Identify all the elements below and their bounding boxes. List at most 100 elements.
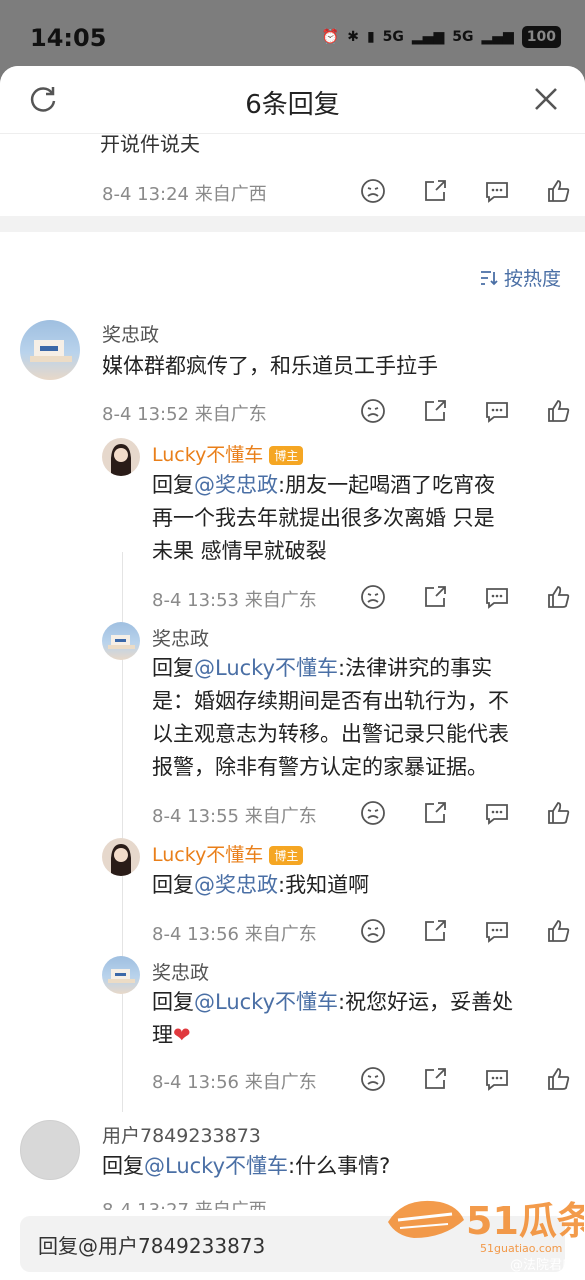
reply-line-2: 是：婚姻存续期间是否有出轨行为，不 [152, 689, 509, 713]
image-credit: @法院君店 [509, 1258, 575, 1273]
previous-comment-actions [360, 178, 572, 204]
watermark-logo: 51瓜条 51guatiao.com [384, 1184, 585, 1264]
comment-meta: 8-4 13:27 来自广西 [102, 1196, 267, 1210]
reply-meta: 8-4 13:55 来自广东 [152, 806, 317, 827]
avatar[interactable] [102, 956, 140, 994]
reply-author[interactable]: Lucky不懂车 博主 [152, 840, 304, 867]
reply-line: 回复@Lucky不懂车:法律讲究的事实 [152, 652, 509, 685]
mention-link[interactable]: @Lucky不懂车 [194, 656, 338, 680]
dislike-icon[interactable] [360, 178, 386, 204]
reply-author[interactable]: Lucky不懂车 博主 [152, 440, 304, 467]
dislike-icon[interactable] [360, 398, 386, 424]
comment-author[interactable]: 用户7849233873 [102, 1121, 261, 1148]
status-bar: 14:05 ⏰ ✱ ▮ 5G ▂▄▆ 5G ▂▄▆ 100 [0, 0, 585, 70]
reply-line-3: 以主观意志为转移。出警记录只能代表 [152, 722, 509, 746]
avatar[interactable] [20, 1120, 80, 1180]
network-label-1: 5G [382, 29, 404, 45]
reply-author[interactable]: 奖忠政 [152, 624, 209, 651]
reply-line: 理❤ [152, 1019, 513, 1052]
comment-icon[interactable] [484, 584, 510, 610]
reply-actions [360, 800, 572, 826]
sort-toggle[interactable]: 按热度 [480, 264, 561, 291]
reply-text: 回复@奖忠政:朋友一起喝酒了吃宵夜 再一个我去年就提出很多次离婚 只是 未果 感… [152, 469, 495, 568]
reply-prefix: 回复 [152, 473, 194, 497]
reply-author[interactable]: 奖忠政 [152, 958, 209, 985]
avatar[interactable] [20, 320, 80, 380]
comment-icon[interactable] [484, 398, 510, 424]
blogger-badge: 博主 [269, 846, 304, 865]
reply-actions [360, 918, 572, 944]
reply-text: 回复@奖忠政:我知道啊 [152, 869, 369, 902]
signal-icon-2: ▂▄▆ [481, 29, 514, 45]
page-title: 6条回复 [245, 90, 340, 120]
previous-comment-meta: 8-4 13:24 来自广西 [102, 184, 267, 205]
avatar[interactable] [102, 622, 140, 660]
reply-line-2: 理 [152, 1023, 173, 1047]
svg-text:51瓜条: 51瓜条 [466, 1199, 584, 1243]
comment-body: :什么事情? [288, 1154, 391, 1178]
avatar-image [111, 444, 131, 476]
reply-actions [360, 584, 572, 610]
reply-line: 回复@奖忠政:我知道啊 [152, 869, 369, 902]
sort-icon [480, 270, 498, 285]
share-icon[interactable] [422, 584, 448, 610]
dislike-icon[interactable] [360, 800, 386, 826]
network-label-2: 5G [452, 29, 474, 45]
mention-link[interactable]: @奖忠政 [194, 473, 278, 497]
like-icon[interactable] [546, 800, 572, 826]
reply-line: 回复@Lucky不懂车:祝您好运，妥善处 [152, 986, 513, 1019]
blogger-badge: 博主 [269, 446, 304, 465]
avatar[interactable] [102, 438, 140, 476]
signal-icon: ▂▄▆ [411, 29, 445, 45]
mention-link[interactable]: @Lucky不懂车 [194, 990, 338, 1014]
status-icons: ⏰ ✱ ▮ 5G ▂▄▆ 5G ▂▄▆ 100 [322, 26, 561, 48]
mention-link[interactable]: @奖忠政 [194, 873, 278, 897]
reply-prefix: 回复 [102, 1154, 144, 1178]
share-icon[interactable] [422, 398, 448, 424]
like-icon[interactable] [546, 398, 572, 424]
dislike-icon[interactable] [360, 918, 386, 944]
avatar[interactable] [102, 838, 140, 876]
comment-icon[interactable] [484, 800, 510, 826]
comment-meta: 8-4 13:52 来自广东 [102, 404, 267, 425]
watermark-graphic: 51瓜条 51guatiao.com [388, 1199, 585, 1255]
like-icon[interactable] [546, 918, 572, 944]
share-icon[interactable] [422, 918, 448, 944]
reply-text: 回复@Lucky不懂车:法律讲究的事实 是：婚姻存续期间是否有出轨行为，不 以主… [152, 652, 509, 784]
reply-line-4: 报警，除非有警方认定的家暴证据。 [152, 755, 488, 779]
like-icon[interactable] [546, 584, 572, 610]
reply-line-2: 再一个我去年就提出很多次离婚 只是 [152, 506, 495, 530]
dislike-icon[interactable] [360, 1066, 386, 1092]
reply-author-name: Lucky不懂车 [152, 844, 264, 866]
sort-label: 按热度 [503, 268, 561, 290]
alarm-icon: ⏰ [321, 29, 340, 45]
comment-icon[interactable] [484, 1066, 510, 1092]
reply-meta: 8-4 13:56 来自广东 [152, 1072, 317, 1093]
comment-icon[interactable] [484, 178, 510, 204]
comment-icon[interactable] [484, 918, 510, 944]
avatar-image [111, 844, 131, 876]
vibrate-icon: ▮ [366, 29, 375, 45]
like-icon[interactable] [546, 178, 572, 204]
avatar-image [108, 969, 135, 983]
close-icon[interactable] [531, 84, 561, 114]
dislike-icon[interactable] [360, 584, 386, 610]
reply-meta: 8-4 13:56 来自广东 [152, 924, 317, 945]
reply-line-1: :祝您好运，妥善处 [338, 990, 514, 1014]
avatar-image [108, 635, 135, 649]
share-icon[interactable] [422, 1066, 448, 1092]
mention-link[interactable]: @Lucky不懂车 [144, 1154, 288, 1178]
bluetooth-icon: ✱ [347, 29, 359, 45]
reply-line: 回复@奖忠政:朋友一起喝酒了吃宵夜 [152, 469, 495, 502]
comment-text: 回复@Lucky不懂车:什么事情? [102, 1150, 390, 1183]
battery-icon: 100 [521, 26, 561, 48]
section-divider [0, 216, 585, 232]
reply-line-1: :我知道啊 [278, 873, 370, 897]
like-icon[interactable] [546, 1066, 572, 1092]
comment-text: 媒体群都疯传了，和乐道员工手拉手 [102, 354, 438, 378]
share-icon[interactable] [422, 800, 448, 826]
reply-text: 回复@Lucky不懂车:祝您好运，妥善处 理❤ [152, 986, 513, 1052]
reply-line-3: 未果 感情早就破裂 [152, 539, 327, 563]
comment-author[interactable]: 奖忠政 [102, 320, 159, 347]
share-icon[interactable] [422, 178, 448, 204]
